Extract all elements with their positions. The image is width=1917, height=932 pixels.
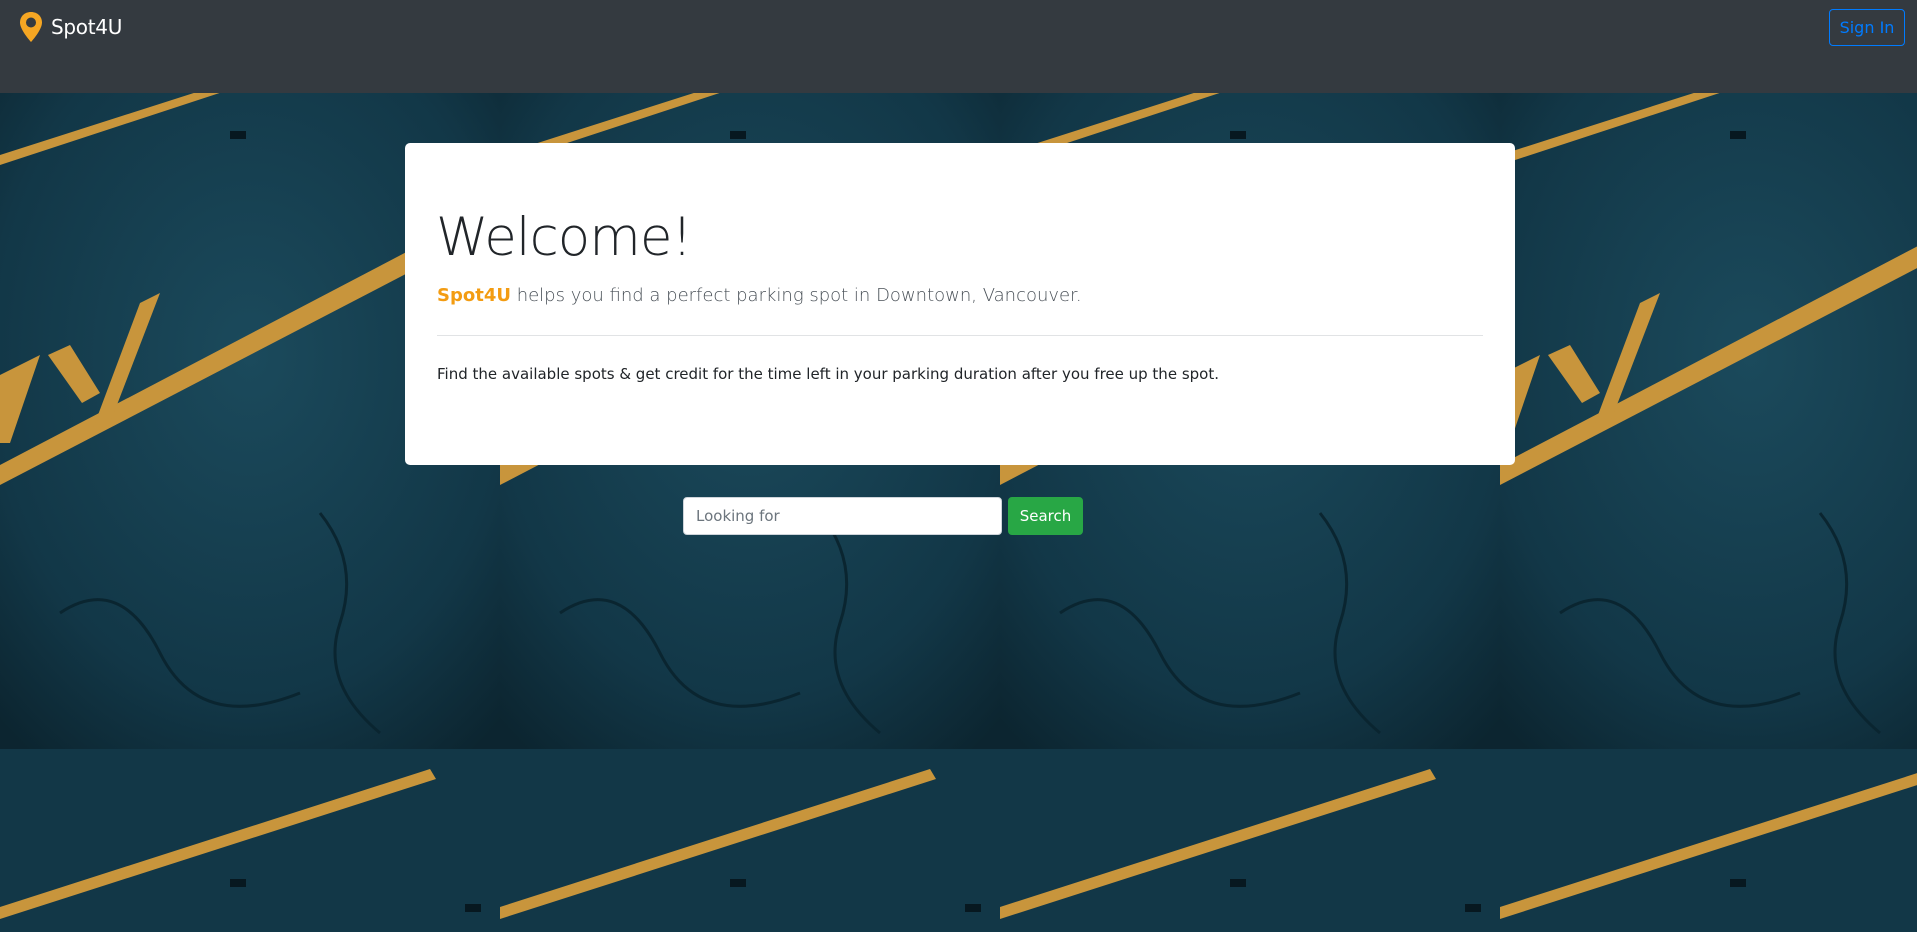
lead-text: Spot4U helps you find a perfect parking … bbox=[437, 285, 1082, 306]
lead-brand: Spot4U bbox=[437, 285, 511, 306]
search-button[interactable]: Search bbox=[1008, 497, 1083, 535]
top-navbar: Spot4U Sign In bbox=[0, 0, 1917, 93]
background-tile bbox=[1500, 749, 1917, 932]
sign-in-button[interactable]: Sign In bbox=[1829, 9, 1905, 46]
map-pin-icon bbox=[20, 12, 42, 42]
background-tile bbox=[1000, 749, 1500, 932]
background-tile bbox=[0, 749, 500, 932]
background-tile bbox=[500, 749, 1000, 932]
brand-name: Spot4U bbox=[51, 15, 123, 39]
divider bbox=[437, 335, 1483, 336]
brand-link[interactable]: Spot4U bbox=[18, 11, 122, 43]
description-text: Find the available spots & get credit fo… bbox=[437, 365, 1219, 383]
search-input[interactable] bbox=[683, 497, 1002, 535]
welcome-jumbotron: Welcome! Spot4U helps you find a perfect… bbox=[405, 143, 1515, 465]
lead-sentence: helps you find a perfect parking spot in… bbox=[510, 285, 1082, 306]
welcome-heading: Welcome! bbox=[436, 207, 693, 268]
background-tile bbox=[1500, 93, 1917, 749]
